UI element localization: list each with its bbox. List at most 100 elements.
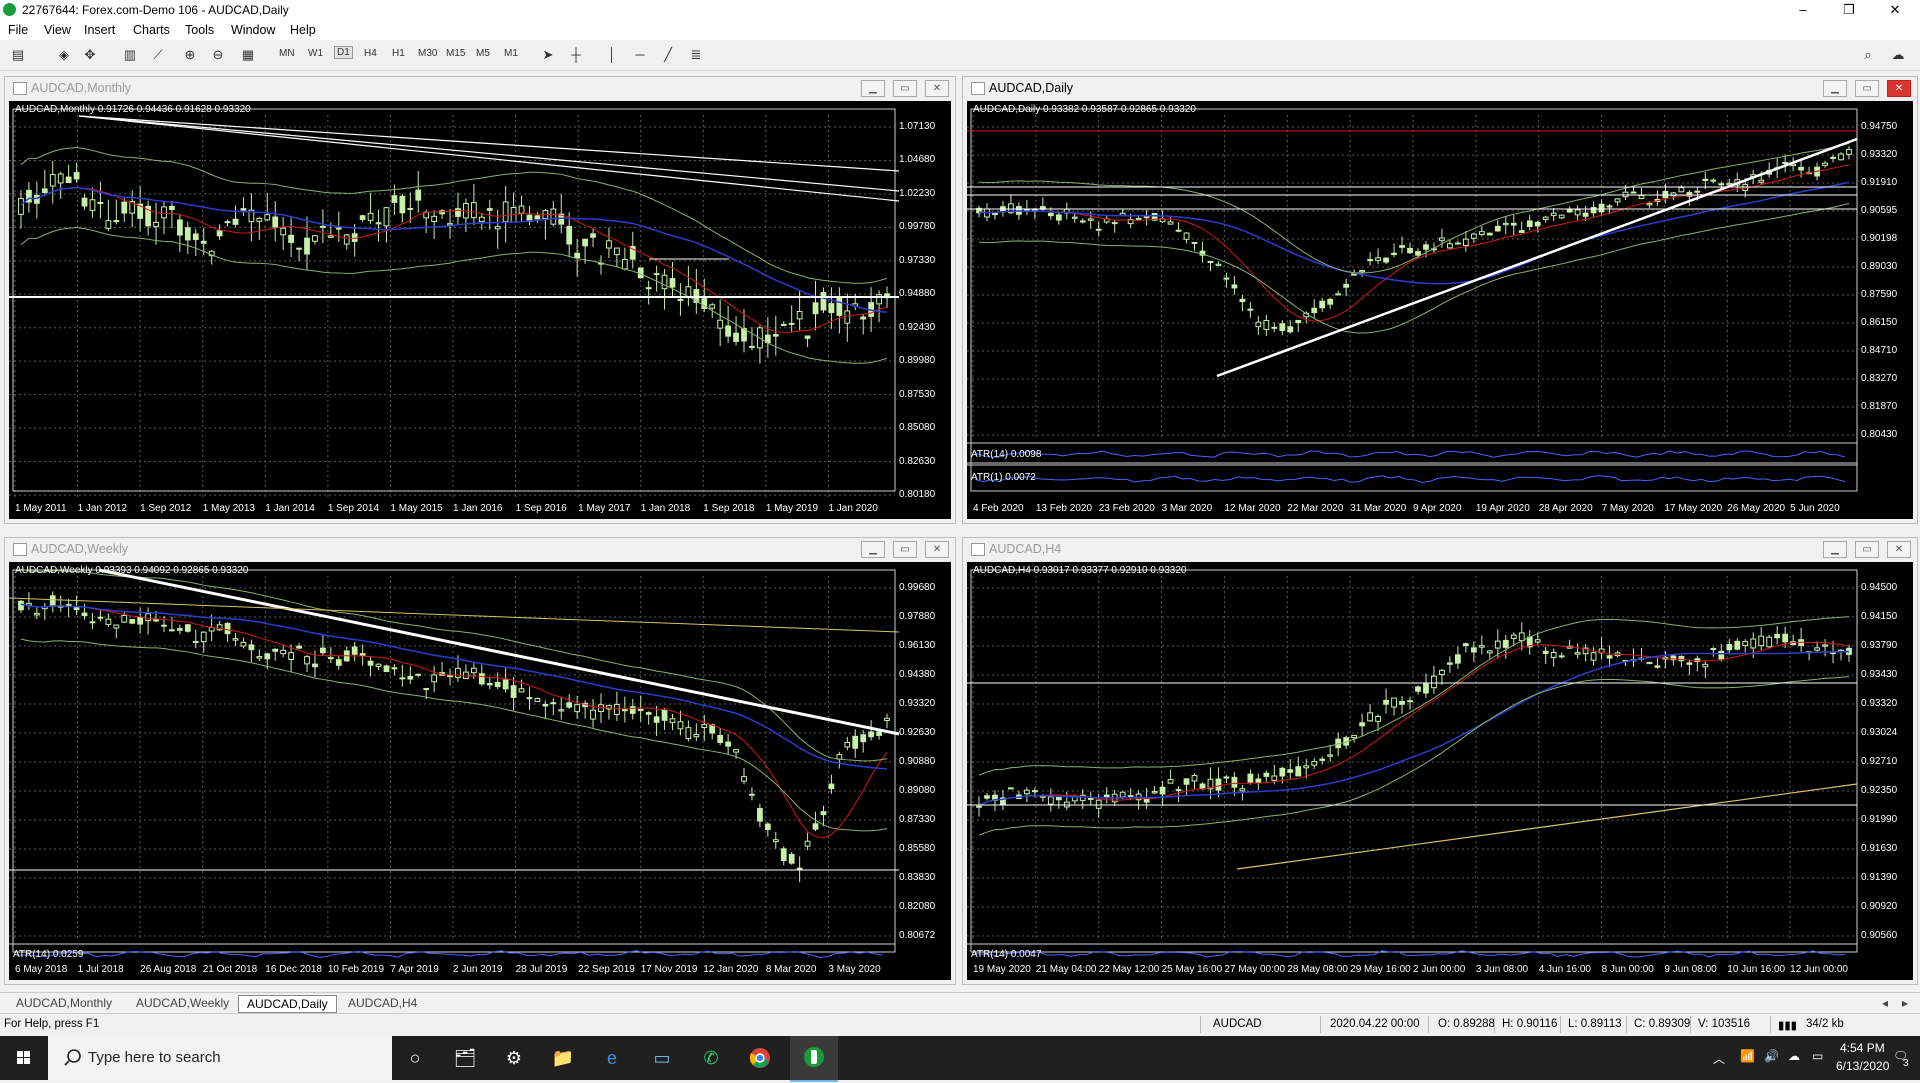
chart-window-h4[interactable]: AUDCAD,H4 ▁ ▭ ✕ AUDCAD,H4 0.93017 0.9337… [962, 537, 1918, 985]
market-watch-icon[interactable]: ◈ [56, 47, 72, 63]
candle-body [1375, 257, 1381, 261]
x-tick-label: 1 Sep 2012 [140, 503, 192, 514]
clock-date[interactable]: 6/13/2020 [1836, 1059, 1889, 1073]
whatsapp-icon[interactable]: ✆ [699, 1046, 723, 1070]
chart-window-weekly[interactable]: AUDCAD,Weekly ▁ ▭ ✕ AUDCAD,Weekly 0.9339… [4, 537, 956, 985]
taskbar-search[interactable]: Type here to search [48, 1036, 392, 1080]
candle-body [1119, 791, 1126, 798]
zoom-in-icon[interactable]: ⊕ [182, 47, 198, 63]
menu-help[interactable]: Help [290, 23, 316, 37]
chart-maximize-button[interactable]: ▭ [1855, 541, 1879, 558]
line-chart-icon[interactable]: ⟋ [150, 47, 166, 63]
volume-icon[interactable]: 🔊 [1764, 1049, 1779, 1063]
candle-body [1758, 179, 1765, 183]
menu-view[interactable]: View [44, 23, 71, 37]
menu-insert[interactable]: Insert [84, 23, 115, 37]
keyboard-icon[interactable]: ▭ [1812, 1049, 1823, 1063]
timeframe-h1[interactable]: H1 [392, 48, 405, 59]
minimize-button[interactable]: – [1780, 0, 1826, 20]
channel-icon[interactable]: ≣ [688, 47, 704, 63]
chat-icon[interactable]: ☁ [1890, 47, 1906, 63]
tab-audcad-monthly[interactable]: AUDCAD,Monthly [8, 995, 120, 1011]
chart-canvas[interactable]: AUDCAD,Monthly 0.91726 0.94436 0.91628 0… [9, 101, 951, 519]
drawn-trendline[interactable] [78, 115, 900, 172]
task-view-icon[interactable]: ○ [403, 1046, 427, 1070]
chart-close-button[interactable]: ✕ [925, 541, 949, 558]
candle-body [534, 697, 541, 703]
candle-body [1407, 700, 1413, 703]
close-button[interactable]: ✕ [1872, 0, 1918, 20]
drawn-trendline[interactable] [1236, 783, 1858, 870]
menu-charts[interactable]: Charts [133, 23, 170, 37]
tray-chevron-icon[interactable]: ︿ [1713, 1050, 1725, 1067]
chart-minimize-button[interactable]: ▁ [861, 80, 885, 97]
chart-close-button[interactable]: ✕ [1887, 80, 1911, 97]
chart-maximize-button[interactable]: ▭ [893, 541, 917, 558]
x-tick-label: 22 Mar 2020 [1287, 503, 1344, 514]
chart-close-button[interactable]: ✕ [1887, 541, 1911, 558]
menu-window[interactable]: Window [231, 23, 275, 37]
edge-browser-icon[interactable]: e [600, 1046, 624, 1070]
chart-canvas[interactable]: AUDCAD,H4 0.93017 0.93377 0.92910 0.9332… [967, 562, 1913, 980]
tab-audcad-daily[interactable]: AUDCAD,Daily [238, 995, 337, 1013]
chart-minimize-button[interactable]: ▁ [1823, 80, 1847, 97]
tab-audcad-h4[interactable]: AUDCAD,H4 [340, 995, 425, 1011]
remote-desktop-icon[interactable]: ▭ [650, 1046, 674, 1070]
horizontal-line-icon[interactable]: ─ [632, 47, 648, 63]
menu-tools[interactable]: Tools [185, 23, 214, 37]
tab-audcad-weekly[interactable]: AUDCAD,Weekly [128, 995, 237, 1011]
clock-time[interactable]: 4:54 PM [1840, 1041, 1885, 1055]
timeframe-m15[interactable]: M15 [446, 48, 465, 59]
drawn-trendline[interactable] [78, 115, 900, 202]
tab-scroll-left-icon[interactable]: ◂ [1880, 995, 1890, 1011]
chart-window-daily[interactable]: AUDCAD,Daily ▁ ▭ ✕ AUDCAD,Daily 0.93382 … [962, 76, 1918, 524]
vertical-line-icon[interactable]: │ [604, 47, 620, 63]
chart-close-button[interactable]: ✕ [925, 80, 949, 97]
chrome-icon[interactable] [748, 1046, 772, 1070]
navigator-icon[interactable]: ✥ [82, 47, 98, 63]
network-icon[interactable]: 📶 [1740, 1049, 1755, 1063]
timeframe-w1[interactable]: W1 [308, 48, 323, 59]
timeframe-m30[interactable]: M30 [418, 48, 437, 59]
candle-body [574, 252, 581, 259]
new-chart-icon[interactable]: ▤ [10, 47, 26, 63]
chart-minimize-button[interactable]: ▁ [861, 541, 885, 558]
candle-body [796, 867, 803, 870]
start-button[interactable] [0, 1036, 48, 1080]
timeframe-d1[interactable]: D1 [334, 46, 353, 59]
trendline-icon[interactable]: ╱ [660, 47, 676, 63]
candle-body [764, 823, 771, 830]
maximize-button[interactable]: ❐ [1826, 0, 1872, 20]
candle-body [1087, 797, 1094, 800]
timeframe-h4[interactable]: H4 [364, 48, 377, 59]
tab-scroll-right-icon[interactable]: ▸ [1900, 995, 1910, 1011]
timeframe-m1[interactable]: M1 [504, 48, 518, 59]
search-icon[interactable]: ⌕ [1860, 47, 1876, 63]
menu-file[interactable]: File [8, 23, 28, 37]
file-app-icon[interactable]: 🗂 [453, 1046, 477, 1070]
crosshair-icon[interactable]: ┼ [568, 47, 584, 63]
settings-app-icon[interactable]: ⚙ [502, 1046, 526, 1070]
candle-body [788, 853, 795, 864]
x-tick-label: 26 May 2020 [1727, 503, 1786, 514]
candle-body [248, 644, 255, 651]
file-explorer-icon[interactable]: 📁 [551, 1046, 575, 1070]
drawn-trendline[interactable] [98, 568, 900, 736]
candle-body [1207, 260, 1214, 263]
timeframe-m5[interactable]: M5 [476, 48, 490, 59]
chart-canvas[interactable]: AUDCAD,Daily 0.93382 0.93587 0.92865 0.9… [967, 101, 1913, 519]
bar-chart-icon[interactable]: ▥ [122, 47, 138, 63]
onedrive-icon[interactable]: ☁ [1788, 1049, 1800, 1063]
timeframe-mn[interactable]: MN [279, 48, 295, 59]
chart-maximize-button[interactable]: ▭ [1855, 80, 1879, 97]
drawn-trendline[interactable] [9, 597, 900, 633]
cursor-icon[interactable]: ➤ [540, 47, 556, 63]
metatrader-task[interactable] [790, 1036, 838, 1082]
zoom-out-icon[interactable]: ⊖ [210, 47, 226, 63]
chart-minimize-button[interactable]: ▁ [1823, 541, 1847, 558]
chart-canvas[interactable]: AUDCAD,Weekly 0.93393 0.94092 0.92865 0.… [9, 562, 951, 980]
candle-body [1478, 645, 1485, 648]
tile-windows-icon[interactable]: ▦ [240, 47, 256, 63]
chart-window-monthly[interactable]: AUDCAD,Monthly ▁ ▭ ✕ AUDCAD,Monthly 0.91… [4, 76, 956, 524]
chart-maximize-button[interactable]: ▭ [893, 80, 917, 97]
